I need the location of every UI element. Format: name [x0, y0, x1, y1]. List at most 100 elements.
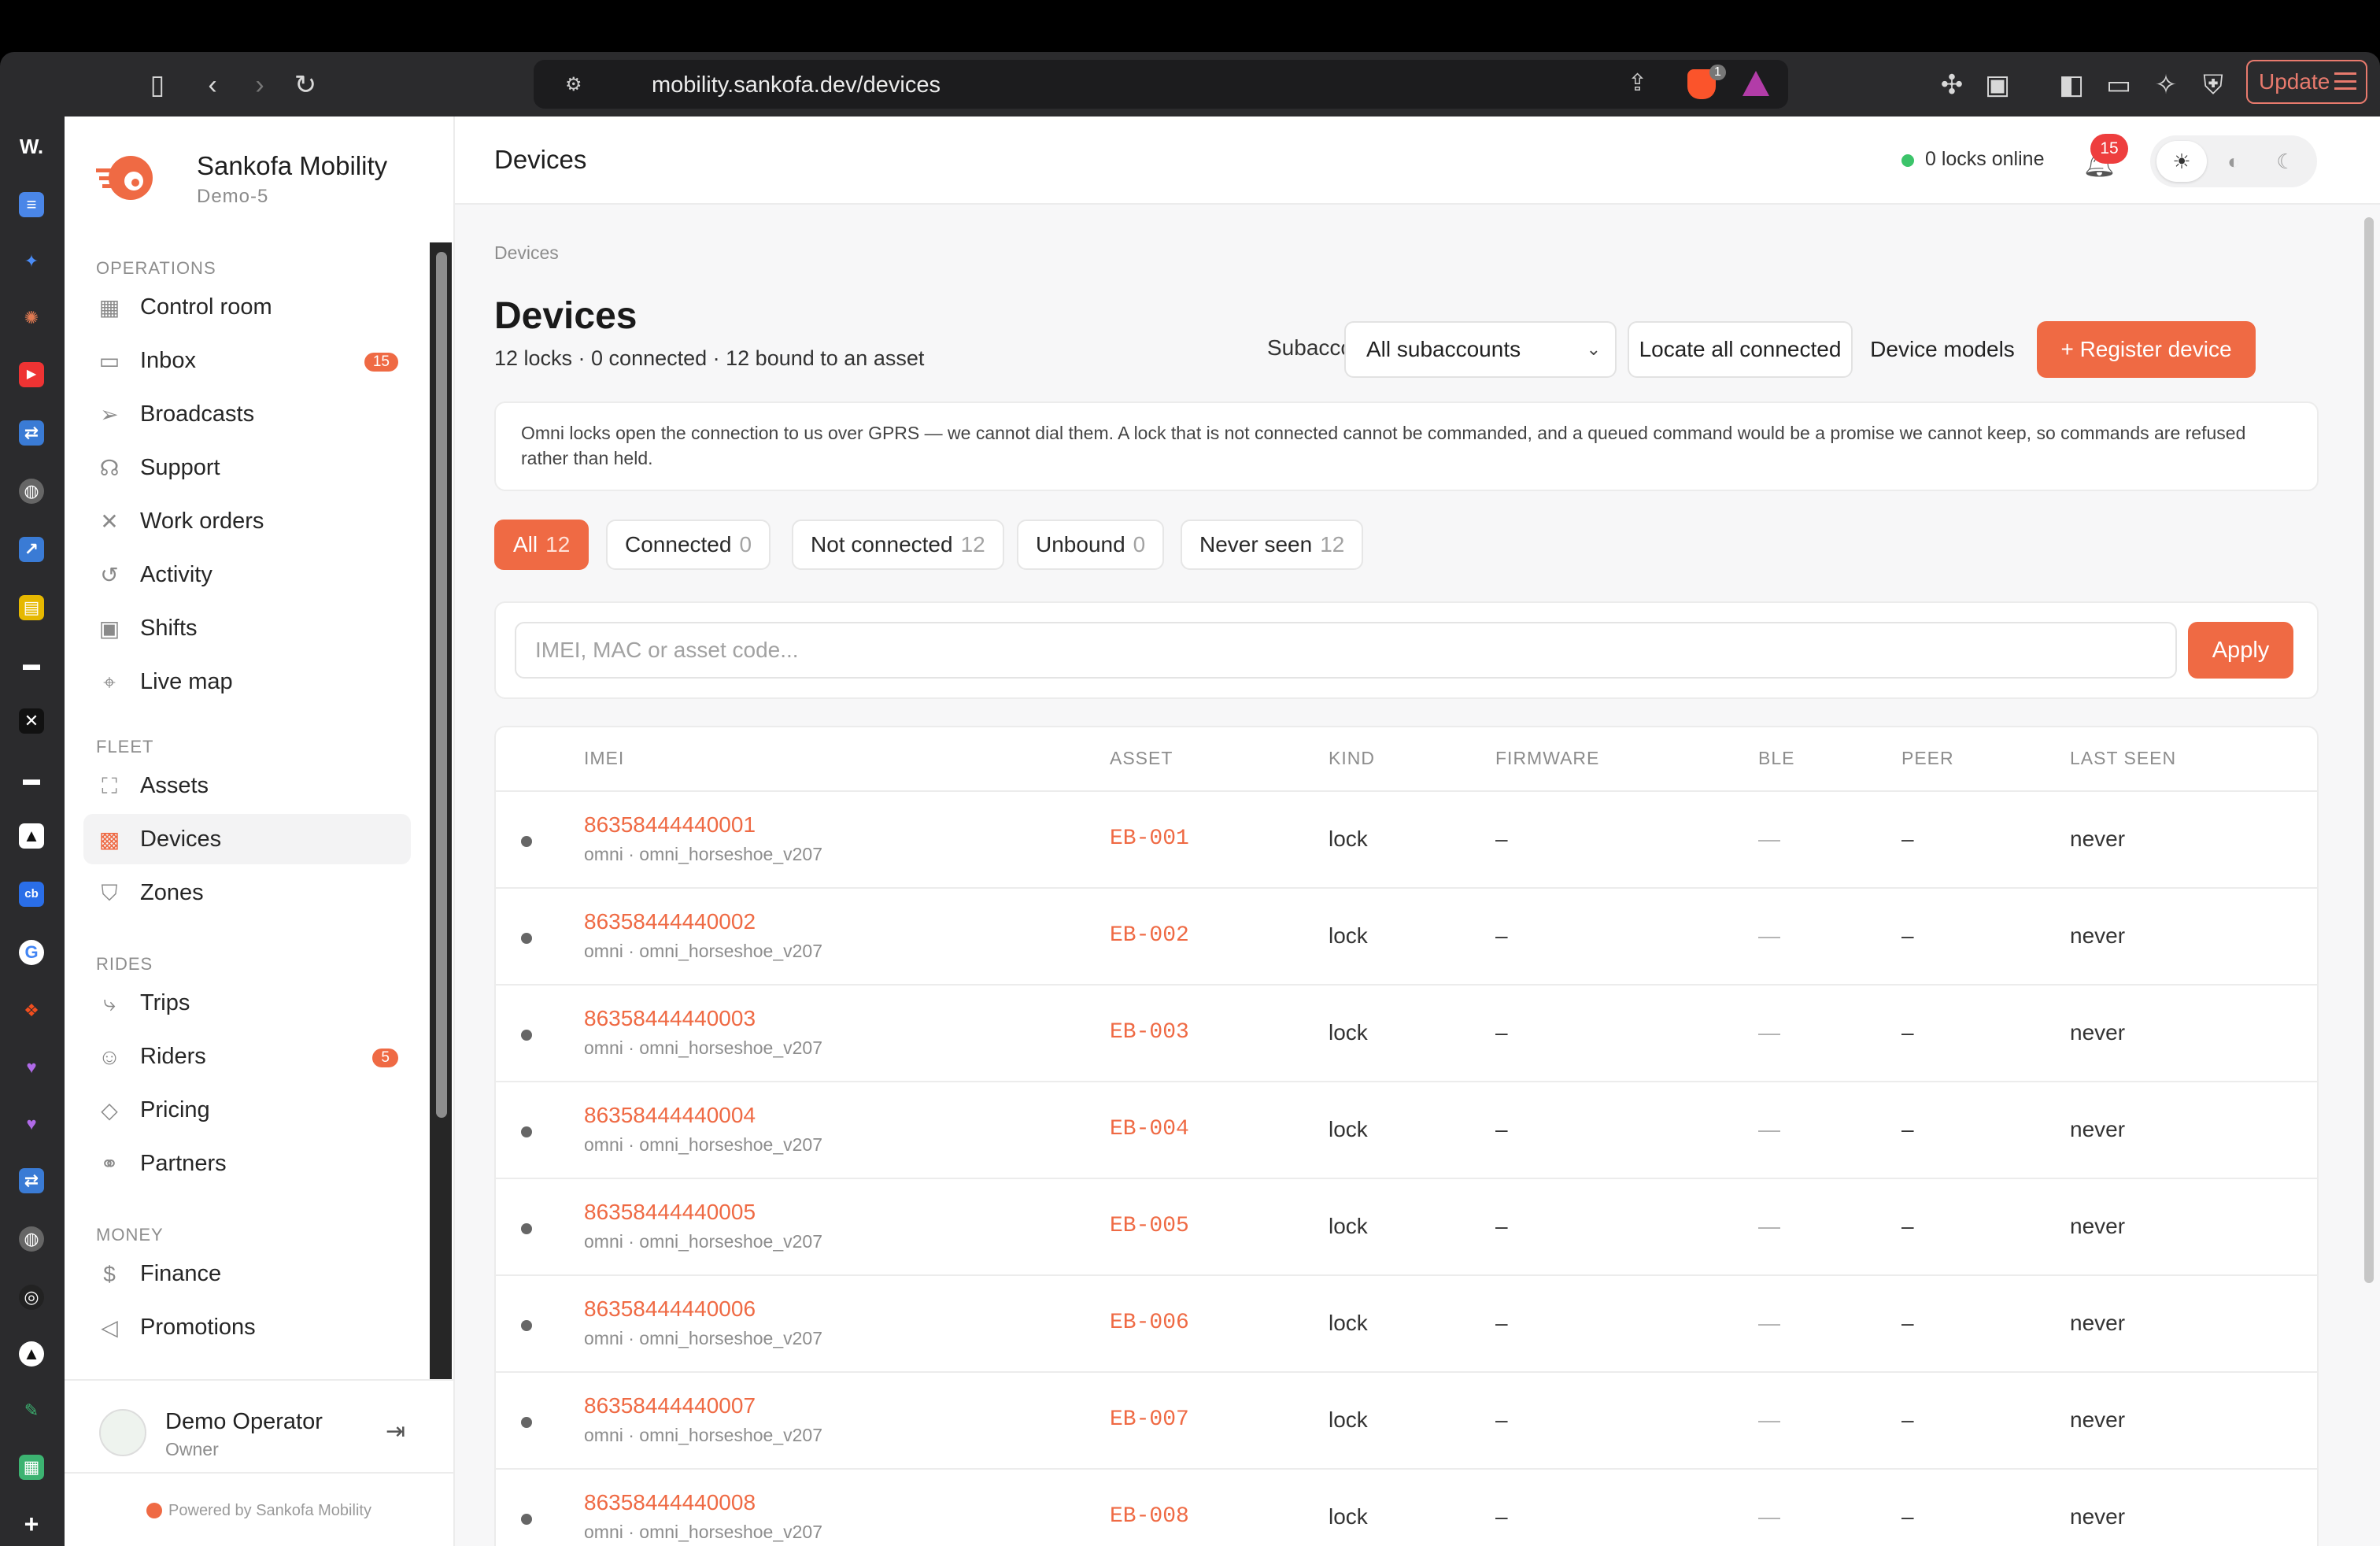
docs-icon[interactable]: ≡ [19, 192, 44, 217]
site-settings-icon[interactable]: ⚙ [565, 73, 587, 95]
vpn-icon[interactable]: ⛨ [2197, 69, 2229, 101]
w-app-icon[interactable]: W. [19, 134, 44, 159]
filter-not-connected[interactable]: Not connected 12 [792, 520, 1004, 570]
imei-link[interactable]: 86358444440003 [584, 1006, 756, 1031]
imei-link[interactable]: 86358444440007 [584, 1393, 756, 1418]
sidebar-item-pricing[interactable]: ◇ Pricing [83, 1085, 411, 1135]
youtube-icon[interactable]: ▶ [19, 362, 44, 387]
light-theme-icon[interactable]: ☀ [2156, 141, 2207, 182]
sidebar-toggle-icon[interactable]: ▯ [142, 69, 173, 101]
imei-link[interactable]: 86358444440008 [584, 1490, 756, 1515]
asset-link[interactable]: EB-007 [1110, 1407, 1189, 1432]
locate-all-button[interactable]: Locate all connected [1628, 321, 1853, 378]
app-icon-8[interactable]: ▤ [19, 595, 44, 620]
avatar[interactable] [99, 1409, 146, 1456]
sheets-icon[interactable]: ▦ [19, 1455, 44, 1480]
asset-link[interactable]: EB-006 [1110, 1311, 1189, 1335]
main-scrollbar[interactable] [2358, 205, 2380, 1546]
app-icon-17[interactable]: ♥ [19, 1055, 44, 1080]
register-device-button[interactable]: + Register device [2037, 321, 2256, 378]
sidebar-item-live-map[interactable]: ⌖ Live map [83, 656, 411, 707]
device-models-button[interactable]: Device models [1857, 321, 2027, 378]
add-app-icon[interactable]: + [19, 1511, 44, 1537]
app-icon-12[interactable]: ▲ [19, 823, 44, 849]
app-icon-19[interactable]: ⇄ [19, 1168, 44, 1193]
main-scroll-thumb[interactable] [2364, 217, 2374, 1283]
globe-icon[interactable]: ◍ [19, 479, 44, 504]
reload-icon[interactable]: ↻ [290, 69, 321, 101]
asset-link[interactable]: EB-004 [1110, 1117, 1189, 1141]
app-icon-21[interactable]: ◎ [19, 1285, 44, 1310]
sidebar-item-devices[interactable]: ▩ Devices [83, 814, 411, 864]
sidebar-item-promotions[interactable]: ◁ Promotions [83, 1302, 411, 1352]
sidebar-item-trips[interactable]: ⤷ Trips [83, 978, 411, 1028]
app-icon-11[interactable]: ▬ [19, 767, 44, 792]
breadcrumb[interactable]: Devices [494, 242, 559, 264]
filter-unbound[interactable]: Unbound 0 [1017, 520, 1165, 570]
app-icon-22[interactable]: ▲ [19, 1341, 44, 1367]
logout-icon[interactable]: ⇥ [386, 1420, 409, 1444]
claude-icon[interactable]: ✺ [19, 305, 44, 331]
asset-link[interactable]: EB-001 [1110, 827, 1189, 851]
imei-link[interactable]: 86358444440006 [584, 1296, 756, 1322]
asset-link[interactable]: EB-005 [1110, 1214, 1189, 1238]
filter-connected[interactable]: Connected 0 [606, 520, 771, 570]
leo-ai-icon[interactable]: ✧ [2150, 69, 2182, 101]
split-view-icon[interactable]: ◧ [2056, 69, 2087, 101]
device-search-input[interactable] [515, 622, 2177, 679]
imei-link[interactable]: 86358444440004 [584, 1103, 756, 1128]
sidebar-item-riders[interactable]: ☺ Riders 5 [83, 1031, 411, 1082]
table-row[interactable]: 86358444440001 omni · omni_horseshoe_v207… [496, 792, 2317, 889]
imei-link[interactable]: 86358444440001 [584, 812, 756, 838]
sidebar-item-finance[interactable]: $ Finance [83, 1248, 411, 1299]
sidebar-item-broadcasts[interactable]: ➢ Broadcasts [83, 389, 411, 439]
table-row[interactable]: 86358444440005 omni · omni_horseshoe_v207… [496, 1179, 2317, 1276]
address-bar[interactable]: ⚙ mobility.sankofa.dev/devices ⇪ 1 [534, 60, 1788, 109]
share-icon[interactable]: ⇪ [1628, 69, 1647, 97]
imei-link[interactable]: 86358444440002 [584, 909, 756, 934]
cb-icon[interactable]: cb [19, 882, 44, 907]
sidebar-item-control-room[interactable]: ▦ Control room [83, 282, 411, 332]
table-row[interactable]: 86358444440003 omni · omni_horseshoe_v207… [496, 986, 2317, 1082]
sidebar-item-partners[interactable]: ⚭ Partners [83, 1138, 411, 1189]
google-icon[interactable]: G [19, 940, 44, 965]
app-icon-10[interactable]: ✕ [19, 708, 44, 734]
reader-icon[interactable]: ▣ [1982, 69, 2013, 101]
table-row[interactable]: 86358444440002 omni · omni_horseshoe_v207… [496, 889, 2317, 986]
app-icon-7[interactable]: ↗ [19, 537, 44, 562]
dark-theme-icon[interactable]: ☾ [2260, 141, 2311, 182]
app-icon-23[interactable]: ✎ [19, 1398, 44, 1423]
sidebar-scroll-thumb[interactable] [436, 252, 447, 1118]
sidebar-item-work-orders[interactable]: ✕ Work orders [83, 496, 411, 546]
globe-icon-2[interactable]: ◍ [19, 1226, 44, 1252]
update-button[interactable]: Update [2246, 60, 2367, 104]
figma-icon[interactable]: ❖ [19, 998, 44, 1023]
extensions-icon[interactable]: ✣ [1936, 69, 1968, 101]
wallet-icon[interactable]: ▭ [2103, 69, 2134, 101]
table-row[interactable]: 86358444440006 omni · omni_horseshoe_v207… [496, 1276, 2317, 1373]
back-icon[interactable]: ‹ [197, 69, 228, 101]
sidebar-item-support[interactable]: ☊ Support [83, 442, 411, 493]
asset-link[interactable]: EB-003 [1110, 1020, 1189, 1045]
rewards-icon[interactable] [1743, 71, 1769, 96]
system-theme-icon[interactable]: ◐ [2208, 141, 2259, 182]
sidebar-item-shifts[interactable]: ▣ Shifts [83, 603, 411, 653]
asset-link[interactable]: EB-002 [1110, 923, 1189, 948]
app-icon-18[interactable]: ♥ [19, 1111, 44, 1137]
apply-button[interactable]: Apply [2188, 622, 2293, 679]
table-row[interactable]: 86358444440007 omni · omni_horseshoe_v207… [496, 1373, 2317, 1470]
forward-icon[interactable]: › [244, 69, 275, 101]
filter-all[interactable]: All 12 [494, 520, 589, 570]
sidebar-item-zones[interactable]: ⛉ Zones [83, 867, 411, 918]
sidebar-item-inbox[interactable]: ▭ Inbox 15 [83, 335, 411, 386]
table-row[interactable]: 86358444440008 omni · omni_horseshoe_v207… [496, 1470, 2317, 1546]
imei-link[interactable]: 86358444440005 [584, 1200, 756, 1225]
app-icon-5[interactable]: ⇄ [19, 420, 44, 446]
subaccount-select[interactable]: All subaccounts ⌄ [1344, 321, 1617, 378]
filter-never-seen[interactable]: Never seen 12 [1181, 520, 1364, 570]
asset-link[interactable]: EB-008 [1110, 1504, 1189, 1529]
app-icon-9[interactable]: ▬ [19, 652, 44, 677]
sidebar-item-assets[interactable]: ⛶ Assets [83, 760, 411, 811]
table-row[interactable]: 86358444440004 omni · omni_horseshoe_v207… [496, 1082, 2317, 1179]
sidebar-item-activity[interactable]: ↺ Activity [83, 549, 411, 600]
